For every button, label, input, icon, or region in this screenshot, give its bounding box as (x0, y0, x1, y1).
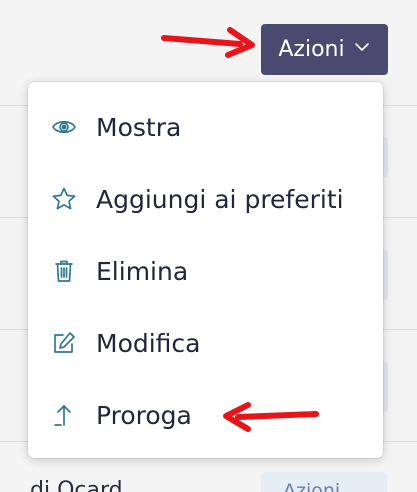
row-action-button[interactable]: Azioni (261, 472, 387, 492)
chevron-down-icon (353, 37, 371, 62)
arrow-up-icon (50, 401, 78, 429)
actions-menu: Mostra Aggiungi ai preferiti Elimina Mod… (28, 82, 383, 458)
row-action-label: Azioni (283, 480, 341, 492)
annotation-arrow-icon (223, 402, 319, 432)
menu-item-proroga[interactable]: Proroga (28, 385, 383, 445)
star-icon (50, 185, 78, 213)
menu-item-label: Mostra (96, 112, 182, 142)
azioni-dropdown-button[interactable]: Azioni (261, 24, 388, 75)
menu-item-mostra[interactable]: Mostra (28, 97, 383, 157)
row-title: di Ocard (30, 478, 123, 492)
menu-item-elimina[interactable]: Elimina (28, 241, 383, 301)
menu-item-label: Elimina (96, 256, 189, 286)
eye-icon (50, 113, 78, 141)
menu-item-label: Proroga (96, 400, 192, 430)
menu-item-label: Modifica (96, 328, 201, 358)
azioni-button-label: Azioni (278, 37, 345, 62)
edit-icon (50, 329, 78, 357)
annotation-arrow-icon (161, 27, 255, 58)
menu-item-aggiungi-ai-preferiti[interactable]: Aggiungi ai preferiti (28, 169, 383, 229)
trash-icon (50, 257, 78, 285)
menu-item-label: Aggiungi ai preferiti (96, 184, 344, 214)
menu-item-modifica[interactable]: Modifica (28, 313, 383, 373)
